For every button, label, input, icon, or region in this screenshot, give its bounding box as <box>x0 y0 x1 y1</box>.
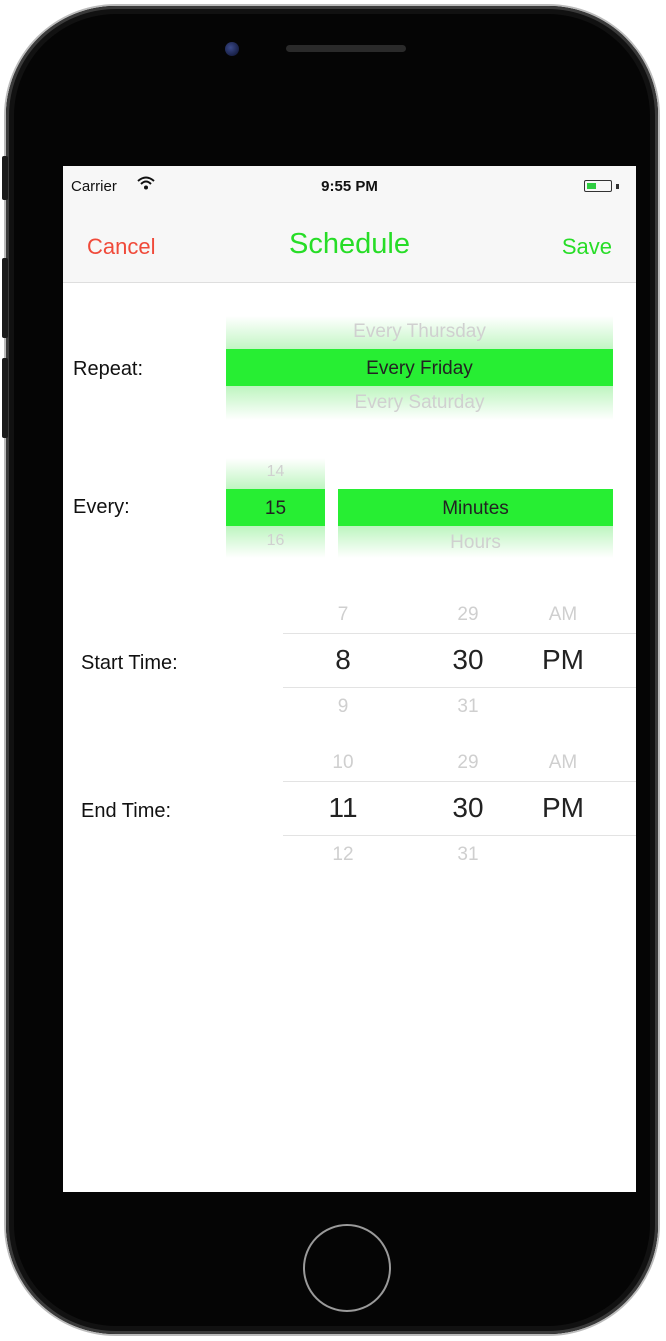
repeat-label: Repeat: <box>73 358 144 380</box>
front-camera <box>225 42 239 56</box>
hour-selected[interactable]: 11 <box>313 792 373 824</box>
end-time-picker[interactable]: 10 11 12 29 30 31 AM PM <box>283 744 636 874</box>
picker-option-selected[interactable]: Every Friday <box>226 358 613 380</box>
start-time-picker[interactable]: 7 8 9 29 30 31 AM PM <box>283 596 636 726</box>
hour-option[interactable]: 12 <box>313 844 373 866</box>
save-button[interactable]: Save <box>562 234 612 260</box>
picker-option[interactable]: Every Saturday <box>226 392 613 414</box>
every-number-picker[interactable]: 14 15 16 <box>226 458 325 558</box>
every-unit-picker[interactable]: Minutes Hours <box>338 458 613 558</box>
minute-option[interactable]: 29 <box>438 604 498 626</box>
hour-option[interactable]: 9 <box>313 696 373 718</box>
picker-option[interactable]: 16 <box>226 532 325 550</box>
period-option[interactable]: AM <box>533 752 593 774</box>
hour-option[interactable]: 10 <box>313 752 373 774</box>
battery-icon <box>584 180 612 192</box>
repeat-picker[interactable]: Every Thursday Every Friday Every Saturd… <box>226 316 613 420</box>
picker-option[interactable]: 14 <box>226 463 325 481</box>
phone-frame: Carrier 9:55 PM Cancel Schedule Save Rep… <box>2 6 658 1334</box>
picker-option-selected[interactable]: 15 <box>226 498 325 520</box>
period-selected[interactable]: PM <box>533 792 593 824</box>
period-option[interactable]: AM <box>533 604 593 626</box>
volume-down-button <box>2 358 8 438</box>
picker-option-selected[interactable]: Minutes <box>338 498 613 520</box>
minute-option[interactable]: 29 <box>438 752 498 774</box>
end-time-label: End Time: <box>81 800 172 822</box>
mute-switch <box>2 156 8 200</box>
earpiece-speaker <box>286 45 406 52</box>
minute-option[interactable]: 31 <box>438 844 498 866</box>
hour-selected[interactable]: 8 <box>313 644 373 676</box>
status-bar: Carrier 9:55 PM <box>63 166 636 210</box>
status-time: 9:55 PM <box>321 178 378 195</box>
minute-option[interactable]: 31 <box>438 696 498 718</box>
picker-option[interactable]: Every Thursday <box>226 321 613 343</box>
app-screen: Carrier 9:55 PM Cancel Schedule Save Rep… <box>63 166 636 1192</box>
start-time-label: Start Time: <box>81 652 178 674</box>
minute-selected[interactable]: 30 <box>438 792 498 824</box>
hour-option[interactable]: 7 <box>313 604 373 626</box>
volume-up-button <box>2 258 8 338</box>
every-label: Every: <box>73 496 130 518</box>
navigation-bar: Cancel Schedule Save <box>63 210 636 283</box>
battery-tip <box>616 184 619 189</box>
picker-option[interactable]: Hours <box>338 532 613 554</box>
page-title: Schedule <box>289 228 410 260</box>
minute-selected[interactable]: 30 <box>438 644 498 676</box>
period-selected[interactable]: PM <box>533 644 593 676</box>
home-button[interactable] <box>303 1224 391 1312</box>
